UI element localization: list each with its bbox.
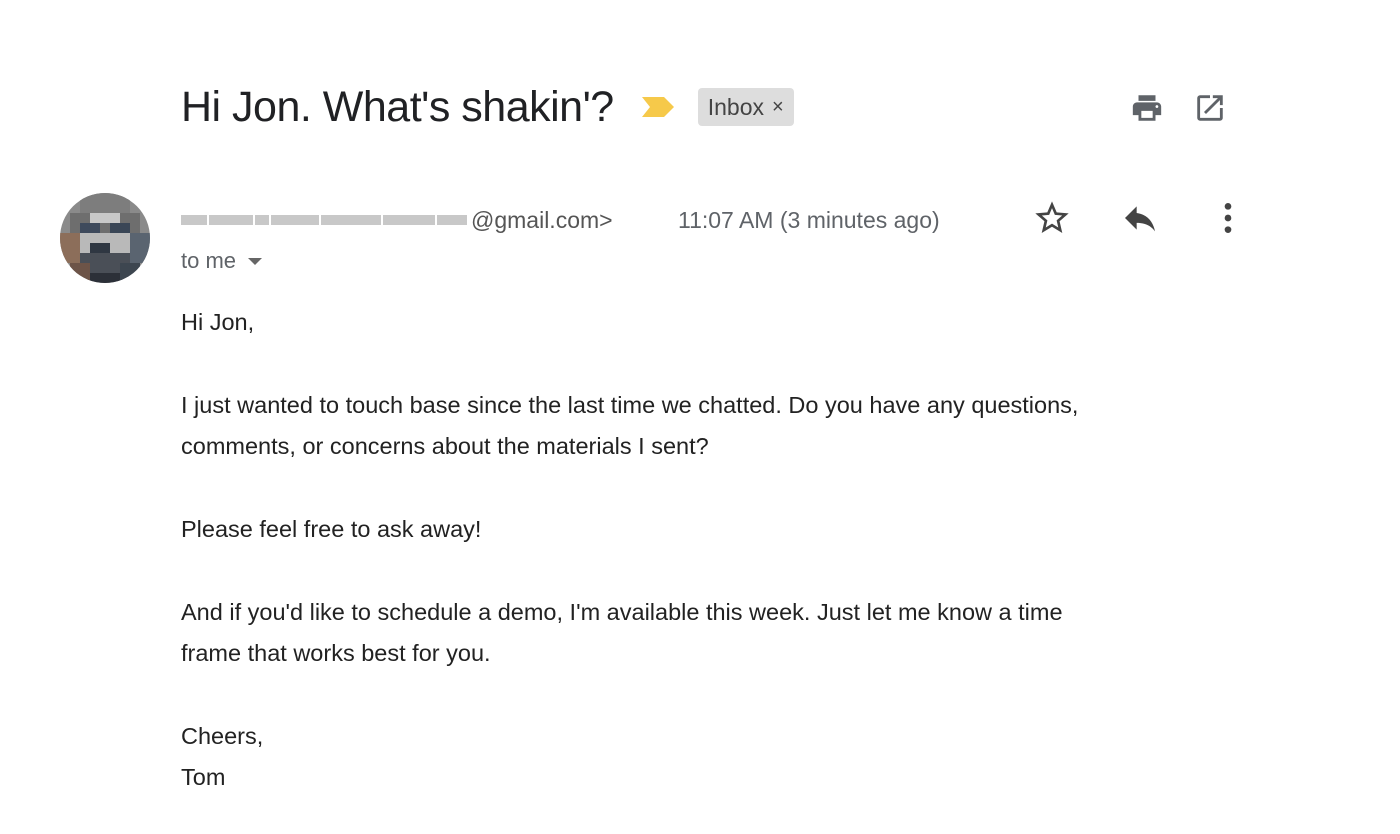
signature-block: Cheers, Tom <box>181 716 1261 798</box>
recipient-label: to me <box>181 248 237 273</box>
reply-button[interactable] <box>1120 198 1160 238</box>
sender-row: @gmail.com> <box>181 200 613 240</box>
remove-label-icon[interactable]: × <box>772 96 784 119</box>
importance-marker-icon[interactable] <box>640 95 676 119</box>
reply-icon <box>1125 206 1155 232</box>
subject-row: Hi Jon. What's shakin'? Inbox × <box>181 82 794 132</box>
email-subject: Hi Jon. What's shakin'? <box>181 82 614 131</box>
star-icon <box>1035 201 1069 233</box>
body-paragraph-3-line-2: frame that works best for you. <box>181 640 491 666</box>
open-in-new-window-button[interactable] <box>1190 88 1230 128</box>
open-in-new-window-icon <box>1197 95 1223 121</box>
email-view: Hi Jon. What's shakin'? Inbox × @gmail.c… <box>0 0 1400 834</box>
sender-email[interactable]: @gmail.com> <box>471 207 613 234</box>
more-options-button[interactable] <box>1208 198 1248 238</box>
sender-avatar <box>60 193 150 283</box>
star-button[interactable] <box>1032 198 1072 238</box>
message-body: Hi Jon, I just wanted to touch base sinc… <box>181 302 1261 798</box>
print-icon <box>1132 95 1162 121</box>
message-timestamp: 11:07 AM (3 minutes ago) <box>678 207 940 233</box>
body-paragraph-1-line-1: I just wanted to touch base since the la… <box>181 392 1079 418</box>
chevron-down-icon <box>248 257 263 265</box>
body-paragraph-2: Please feel free to ask away! <box>181 516 482 542</box>
sender-name-redacted <box>181 210 469 230</box>
signoff: Cheers, <box>181 723 264 749</box>
message-actions <box>1032 198 1248 238</box>
label-chip-inbox[interactable]: Inbox × <box>697 88 794 126</box>
signature-name: Tom <box>181 764 226 790</box>
body-paragraph-1: I just wanted to touch base since the la… <box>181 385 1261 467</box>
print-button[interactable] <box>1127 88 1167 128</box>
label-chip-text: Inbox <box>707 93 764 120</box>
recipient-details-toggle[interactable]: to me <box>181 246 263 276</box>
body-paragraph-3-line-1: And if you'd like to schedule a demo, I'… <box>181 599 1063 625</box>
more-vert-icon <box>1224 203 1232 233</box>
thread-actions <box>1127 88 1230 128</box>
body-paragraph-3: And if you'd like to schedule a demo, I'… <box>181 592 1261 674</box>
body-paragraph-1-line-2: comments, or concerns about the material… <box>181 433 709 459</box>
greeting: Hi Jon, <box>181 309 255 335</box>
